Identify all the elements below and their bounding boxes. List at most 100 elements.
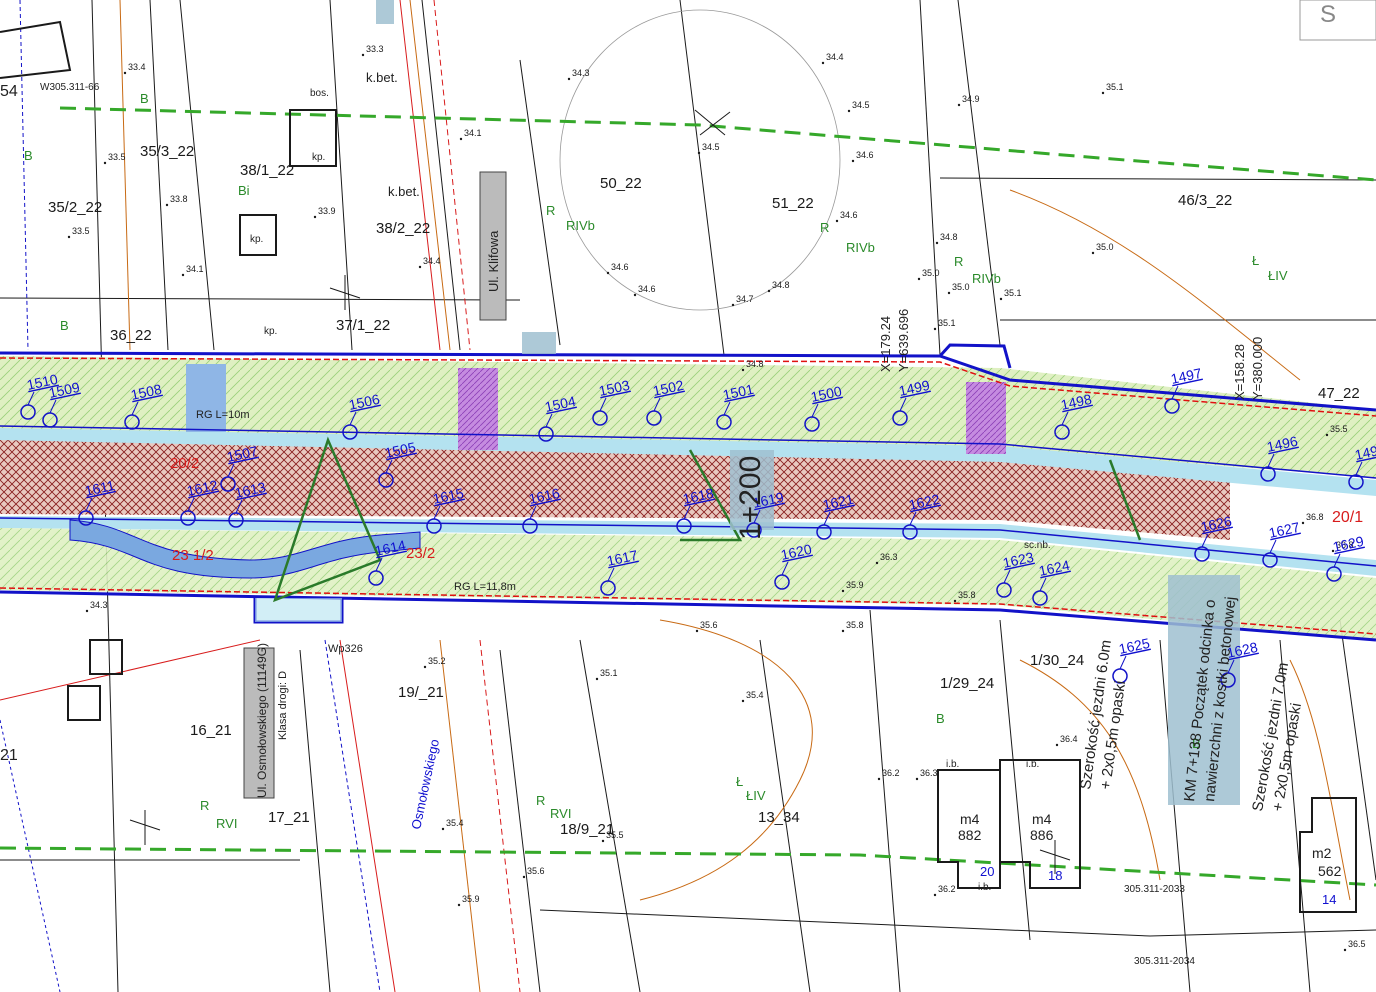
elevation-dot xyxy=(875,561,879,565)
elevation-dot xyxy=(1091,251,1095,255)
elevation-dot xyxy=(418,265,422,269)
map-frame-corner xyxy=(1299,0,1376,41)
parcel-label: 36_22 xyxy=(110,327,152,344)
parcel-label: 13_34 xyxy=(758,809,800,826)
station-number[interactable]: 1625 xyxy=(1117,635,1151,657)
elevation-value: 33.5 xyxy=(108,152,126,162)
soil-class: R xyxy=(546,203,555,218)
elevation-value: 35.9 xyxy=(846,580,864,590)
elevation-value: 34.5 xyxy=(702,142,720,152)
elevation-value: 35.8 xyxy=(846,620,864,630)
soil-class: R xyxy=(820,220,829,235)
station-number[interactable]: 1627 xyxy=(1267,519,1301,541)
elevation-dot xyxy=(67,235,71,239)
elevation-value: 35.6 xyxy=(700,620,718,630)
elevation-value: 34.8 xyxy=(940,232,958,242)
elevation-value: 35.4 xyxy=(446,818,464,828)
elevation-value: 36.2 xyxy=(938,884,956,894)
elevation-value: 36.3 xyxy=(920,768,938,778)
parcel-label: 17_21 xyxy=(268,809,310,826)
soil-class: ŁIV xyxy=(746,788,766,803)
bldg-m4a: m4 xyxy=(960,811,980,827)
station-leader xyxy=(1119,655,1127,670)
elevation-value: 34.8 xyxy=(772,280,790,290)
station-number[interactable]: 1629 xyxy=(1331,533,1365,555)
elevation-dot xyxy=(361,53,365,57)
elevation-dot xyxy=(841,589,845,593)
wp326: Wp326 xyxy=(328,643,363,655)
elevation-value: 36.4 xyxy=(1060,734,1078,744)
elevation-dot xyxy=(953,599,957,603)
coord-b: Y=639.696 xyxy=(896,309,911,372)
bldg-14: 14 xyxy=(1322,892,1336,907)
soil-class: Ł xyxy=(736,774,743,789)
station-number[interactable]: 1497 xyxy=(1169,365,1203,387)
elevation-dot xyxy=(595,677,599,681)
elevation-dot xyxy=(1055,743,1059,747)
elevation-value: 33.4 xyxy=(128,62,146,72)
elevation-dot xyxy=(441,827,445,831)
road-section-label: 20/1 xyxy=(1332,509,1363,526)
elevation-value: 35.2 xyxy=(428,656,446,666)
parcel-label: 46/3_22 xyxy=(1178,192,1232,209)
elevation-value: 34.3 xyxy=(90,600,108,610)
elevation-dot xyxy=(917,277,921,281)
soil-class: R xyxy=(954,254,963,269)
soil-class: R xyxy=(200,798,209,813)
bldg-882: 882 xyxy=(958,827,982,843)
elevation-value: 35.1 xyxy=(1004,288,1022,298)
elevation-dot xyxy=(697,151,701,155)
elevation-value: 34.1 xyxy=(186,264,204,274)
elevation-value: 34.1 xyxy=(464,128,482,138)
survey-map[interactable]: S 35/3_22 35/2_22 38/1_22 38/2_22 50_22 51_22… xyxy=(0,0,1376,992)
rg-b: RG L=11,8m xyxy=(454,581,516,593)
soil-class: RVI xyxy=(216,816,237,831)
parcel-label: 51_22 xyxy=(772,195,814,212)
elevation-dot xyxy=(695,629,699,633)
bldg-562: 562 xyxy=(1318,863,1342,879)
soil-class: B xyxy=(24,148,33,163)
elevation-dot xyxy=(741,368,745,372)
elevation-value: 33.8 xyxy=(170,194,188,204)
elevation-value: 34.6 xyxy=(856,150,874,160)
rg-a: RG L=10m xyxy=(196,409,250,421)
elevation-value: 33.3 xyxy=(366,44,384,54)
elevation-dot xyxy=(767,289,771,293)
elevation-value: 34.6 xyxy=(840,210,858,220)
elevation-value: 34.3 xyxy=(572,68,590,78)
bldg-ib-b: i.b. xyxy=(1026,759,1039,770)
elevation-dot xyxy=(933,327,937,331)
soil-class: RIVb xyxy=(566,218,595,233)
elevation-value: 34.5 xyxy=(852,100,870,110)
bldg-18: 18 xyxy=(1048,868,1062,883)
kilometer-label: 1+200 xyxy=(734,456,767,540)
elevation-dot xyxy=(459,137,463,141)
elevation-value: 35.8 xyxy=(958,590,976,600)
elevation-value: 34.4 xyxy=(423,256,441,266)
elevation-value: 34.7 xyxy=(736,294,754,304)
coord-c: X=158.28 xyxy=(1232,344,1247,400)
elevation-dot xyxy=(841,629,845,633)
elevation-value: 35.5 xyxy=(1330,424,1348,434)
num-20-2: 20/2 xyxy=(170,455,199,472)
elevation-dot xyxy=(877,777,881,781)
elevation-dot xyxy=(457,903,461,907)
elevation-value: 34.4 xyxy=(826,52,844,62)
parcel-label: 16_21 xyxy=(190,722,232,739)
bldg-m4b: m4 xyxy=(1032,811,1052,827)
elevation-value: 35.1 xyxy=(938,318,956,328)
parcel-label: 1/30_24 xyxy=(1030,652,1084,669)
elevation-dot xyxy=(933,893,937,897)
elevation-dot xyxy=(835,219,839,223)
elevation-value: 34.6 xyxy=(638,284,656,294)
elevation-dot xyxy=(1301,521,1305,525)
coord-a: X=179.24 xyxy=(878,316,893,372)
elevation-value: 34.8 xyxy=(746,359,764,369)
elevation-dot xyxy=(1101,91,1105,95)
elevation-value: 35.1 xyxy=(1106,82,1124,92)
sc-nb: sc.nb. xyxy=(1024,540,1051,551)
elevation-value: 36.2 xyxy=(882,768,900,778)
w305-c: 305.311-2034 xyxy=(1134,956,1195,967)
bldg-886: 886 xyxy=(1030,827,1054,843)
soil-class: RIVb xyxy=(846,240,875,255)
